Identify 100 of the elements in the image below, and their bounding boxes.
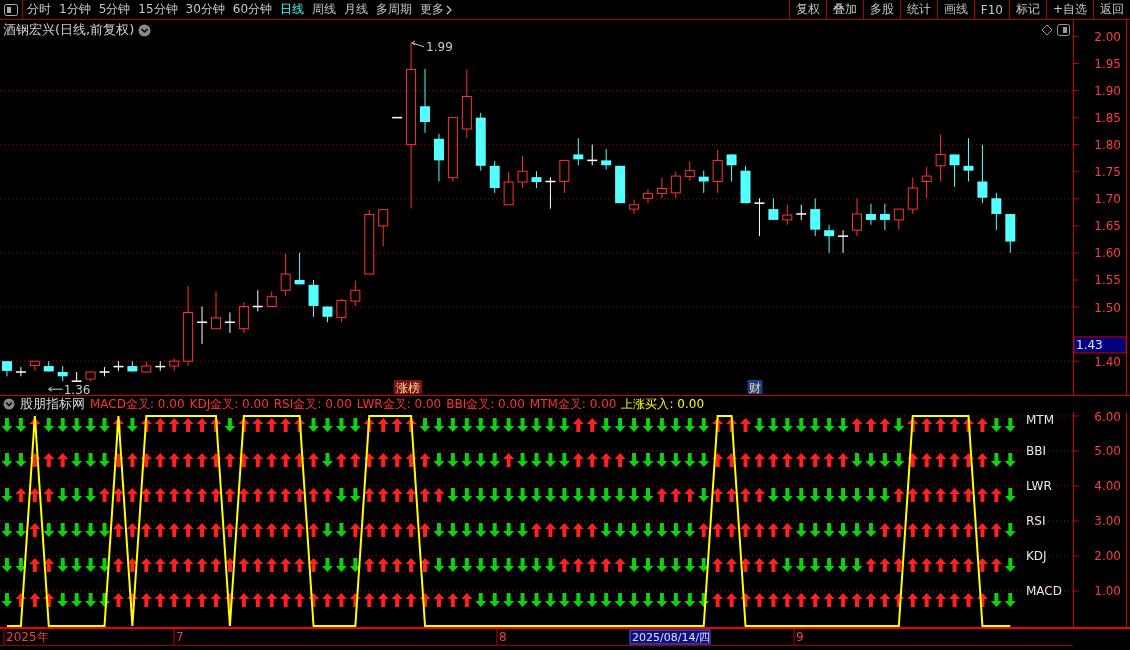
low-price-label: 1.36	[63, 383, 91, 395]
period-tab[interactable]: 月线	[340, 0, 373, 19]
dropdown-icon[interactable]	[138, 23, 152, 37]
candlestick	[1, 360, 12, 377]
axis-label: 1.65	[1094, 219, 1121, 234]
date-label: 8	[499, 630, 507, 644]
toolbar-button[interactable]: 画线	[936, 0, 974, 19]
candlestick	[907, 177, 918, 215]
candlestick	[155, 360, 166, 372]
candlestick	[893, 208, 904, 231]
candlestick	[754, 197, 765, 237]
current-price-label: 1.43	[1073, 336, 1127, 354]
toolbar-button[interactable]: 标记	[1008, 0, 1046, 19]
candlestick	[740, 165, 751, 204]
candlestick	[810, 197, 821, 237]
candlestick	[796, 204, 807, 221]
candlestick	[629, 199, 640, 215]
axis-label: 1.70	[1094, 192, 1121, 207]
candlestick	[838, 229, 849, 254]
candlestick	[559, 159, 570, 194]
pointer-arrow-icon	[411, 40, 425, 48]
candlestick	[392, 116, 403, 119]
legend-value: BBI金叉: 0.00	[446, 396, 525, 412]
period-tab[interactable]: 多周期	[372, 0, 417, 19]
candlestick	[113, 360, 124, 372]
candlestick	[573, 137, 584, 166]
period-tab[interactable]: 30分钟	[181, 0, 229, 19]
candlestick	[294, 252, 305, 285]
candlestick	[726, 153, 737, 182]
row-label: MACD	[1026, 583, 1062, 598]
stock-title: 酒钢宏兴(日线,前复权)	[3, 21, 135, 39]
candlestick	[71, 371, 82, 382]
event-tag[interactable]: 财	[749, 380, 761, 395]
toolbar-button[interactable]: +自选	[1045, 0, 1093, 19]
dropdown-icon[interactable]	[3, 398, 15, 410]
candlestick	[963, 137, 974, 182]
row-label: RSI	[1026, 513, 1046, 528]
candlestick	[378, 209, 389, 247]
toolbar-button[interactable]: 复权	[788, 0, 826, 19]
toolbar-button[interactable]: 叠加	[825, 0, 863, 19]
chevron-right-icon	[446, 4, 453, 15]
candlestick	[197, 306, 208, 345]
period-tab[interactable]: 日线	[276, 0, 309, 19]
candlestick	[489, 160, 500, 194]
axis-label: 1.85	[1094, 111, 1121, 126]
axis-label: 1.75	[1094, 165, 1121, 180]
cursor-date-label: 2025/08/14/四	[629, 629, 711, 645]
axis-label: 4.00	[1094, 479, 1121, 494]
axis-label: 6.00	[1094, 412, 1121, 424]
candlestick	[141, 360, 152, 373]
candlestick	[531, 170, 542, 189]
toolbar-button[interactable]: 返回	[1093, 0, 1130, 19]
toolbar-button[interactable]: 多股	[862, 0, 900, 19]
candlestick	[684, 160, 695, 182]
candlestick	[698, 170, 709, 194]
panel-toggle-icon[interactable]	[4, 3, 18, 16]
period-tab[interactable]: 1分钟	[55, 0, 95, 19]
candlestick	[420, 68, 430, 134]
event-tag[interactable]: 涨榜	[396, 380, 420, 395]
candlestick	[252, 289, 263, 312]
period-tab[interactable]: 周线	[308, 0, 341, 19]
candlestick	[852, 197, 862, 237]
candlestick	[991, 192, 1002, 231]
candlestick	[712, 149, 723, 194]
candlestick	[656, 177, 667, 199]
more-button[interactable]: 更多	[416, 0, 457, 19]
date-label: 2025年	[6, 630, 49, 644]
diamond-icon[interactable]	[1041, 24, 1053, 36]
candlestick	[224, 311, 235, 334]
candlestick	[336, 298, 347, 323]
panel-toggle-icon[interactable]	[1057, 24, 1070, 36]
row-label: LWR	[1026, 479, 1052, 493]
candlestick	[280, 253, 291, 297]
legend-value: MACD金叉: 0.00	[90, 396, 185, 412]
candlestick	[211, 290, 221, 330]
date-label: 7	[176, 630, 184, 644]
legend-value: KDJ金叉: 0.00	[189, 396, 269, 412]
period-tab[interactable]: 5分钟	[94, 0, 135, 19]
toolbar-button[interactable]: F10	[973, 0, 1009, 19]
candlestick	[824, 224, 835, 254]
period-tab[interactable]: 60分钟	[228, 0, 277, 19]
axis-label: 1.50	[1094, 300, 1121, 315]
candlestick	[99, 366, 110, 377]
legend-value: RSI金叉: 0.00	[273, 396, 352, 412]
candlestick	[447, 117, 458, 182]
period-tab[interactable]: 15分钟	[134, 0, 182, 19]
axis-label: 1.60	[1094, 246, 1121, 261]
period-tab[interactable]: 分时	[23, 0, 55, 19]
toolbar-button[interactable]: 统计	[899, 0, 937, 19]
candlestick	[350, 280, 361, 307]
legend-value: LWR金叉: 0.00	[356, 396, 442, 412]
axis-label: 2.00	[1094, 549, 1121, 564]
candlestick	[475, 112, 486, 172]
axis-label: 1.90	[1094, 84, 1121, 99]
axis-label: 1.95	[1094, 57, 1121, 71]
axis-label: 1.55	[1094, 273, 1121, 288]
candlestick	[503, 171, 514, 206]
date-label: 9	[796, 630, 804, 644]
candlestick	[238, 301, 249, 334]
candlestick	[266, 290, 277, 307]
